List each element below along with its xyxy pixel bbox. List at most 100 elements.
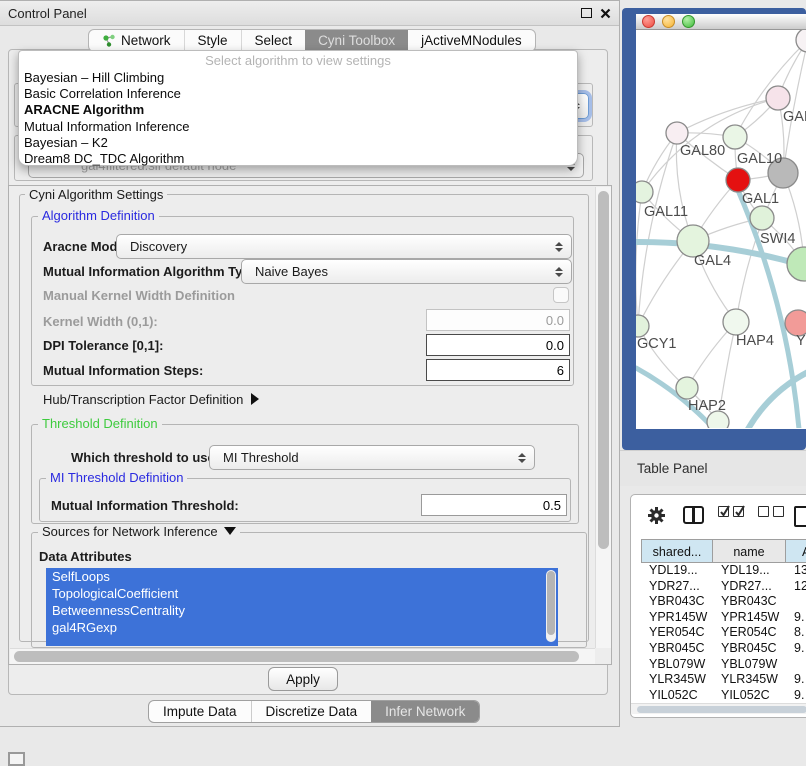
table-cell[interactable]: YBR043C — [713, 594, 786, 610]
table-cell[interactable]: YLR345W — [641, 672, 713, 688]
table-cell[interactable]: 8. — [786, 625, 806, 641]
table-cell[interactable]: YBR045C — [713, 641, 786, 657]
table-cell[interactable]: 9. — [786, 672, 806, 688]
mi-threshold-field[interactable]: 0.5 — [421, 494, 567, 516]
network-node-gal1[interactable] — [726, 168, 750, 192]
table-cell[interactable]: 9. — [786, 641, 806, 657]
table-row[interactable]: YBL079WYBL079W — [641, 657, 806, 673]
collapsed-panel-icon[interactable] — [8, 752, 25, 766]
table-row[interactable]: YBR043CYBR043C — [641, 594, 806, 610]
kernel-width-field[interactable]: 0.0 — [426, 309, 570, 331]
table-cell[interactable]: YBL079W — [713, 657, 786, 673]
float-window-icon[interactable] — [581, 8, 592, 18]
table-cell[interactable]: YDL19... — [641, 563, 713, 579]
network-node-hap4[interactable] — [723, 309, 749, 335]
algorithm-option[interactable]: Bayesian – Hill Climbing — [19, 70, 577, 86]
mi-algorithm-type-combobox[interactable]: Naive Bayes — [241, 259, 572, 284]
network-node-hap2[interactable] — [676, 377, 698, 399]
table-cell[interactable]: YBR043C — [641, 594, 713, 610]
algorithm-option[interactable]: Mutual Information Inference — [19, 119, 577, 135]
zoom-traffic-icon[interactable] — [682, 15, 695, 28]
data-attributes-list[interactable]: SelfLoopsTopologicalCoefficientBetweenne… — [46, 568, 558, 646]
column-header[interactable]: A — [786, 539, 806, 563]
tab-discretize-data[interactable]: Discretize Data — [251, 701, 372, 722]
which-threshold-combobox[interactable]: MI Threshold — [209, 445, 535, 470]
which-threshold-label: Which threshold to use: — [71, 450, 219, 465]
table-cell[interactable]: YPR145W — [713, 610, 786, 626]
expanded-arrow-icon[interactable] — [224, 527, 236, 535]
algorithm-option[interactable]: ARACNE Algorithm — [19, 102, 577, 118]
network-node-swi4[interactable] — [750, 206, 774, 230]
collapsed-arrow-icon[interactable] — [251, 393, 259, 405]
table-cell[interactable]: YDR27... — [713, 579, 786, 595]
minimize-traffic-icon[interactable] — [662, 15, 675, 28]
tab-select[interactable]: Select — [241, 30, 306, 51]
settings-vertical-scrollbar[interactable] — [595, 187, 611, 648]
tab-infer-network[interactable]: Infer Network — [371, 701, 479, 722]
table-cell[interactable]: YER054C — [641, 625, 713, 641]
table-cell[interactable]: YBR045C — [641, 641, 713, 657]
table-row[interactable]: YDR27...YDR27...12 — [641, 579, 806, 595]
algorithm-option[interactable]: Basic Correlation Inference — [19, 86, 577, 102]
table-cell[interactable]: YER054C — [713, 625, 786, 641]
column-header[interactable]: shared... — [641, 539, 713, 563]
tab-style[interactable]: Style — [184, 30, 241, 51]
table-cell[interactable]: YPR145W — [641, 610, 713, 626]
table-cell[interactable]: 9. — [786, 610, 806, 626]
attribute-item-selected[interactable]: TopologicalCoefficient — [46, 585, 558, 602]
network-node[interactable] — [796, 30, 806, 52]
algorithm-option[interactable]: Dream8 DC_TDC Algorithm — [19, 151, 577, 167]
table-horizontal-scrollbar[interactable] — [631, 703, 806, 714]
table-cell[interactable]: 12 — [786, 579, 806, 595]
manual-kernel-width-checkbox[interactable] — [553, 287, 569, 303]
close-icon[interactable] — [600, 8, 611, 19]
algorithm-option[interactable]: Bayesian – K2 — [19, 135, 577, 151]
network-node-gcy1[interactable] — [636, 315, 649, 337]
attributes-scrollbar[interactable] — [546, 570, 556, 642]
table-cell[interactable] — [786, 657, 806, 673]
split-panes-icon[interactable] — [683, 506, 704, 524]
table-cell[interactable]: YLR345W — [713, 672, 786, 688]
settings-horizontal-scrollbar[interactable] — [10, 648, 595, 664]
tab-jactivemnodules[interactable]: jActiveMNodules — [408, 30, 535, 51]
table-cell[interactable]: YIL052C — [641, 688, 713, 704]
network-canvas[interactable]: GALGAL80GAL10GAL1GAL11SWI4GAL4HAP4YGCY1H… — [636, 30, 806, 428]
tab-cyni-toolbox[interactable]: Cyni Toolbox — [305, 30, 408, 51]
table-row[interactable]: YIL052CYIL052C9. — [641, 688, 806, 704]
mi-steps-field[interactable]: 6 — [426, 359, 570, 381]
close-traffic-icon[interactable] — [642, 15, 655, 28]
gear-icon[interactable] — [647, 506, 666, 525]
table-row[interactable]: YLR345WYLR345W9. — [641, 672, 806, 688]
table-row[interactable]: YDL19...YDL19...13 — [641, 563, 806, 579]
table-cell[interactable]: YDL19... — [713, 563, 786, 579]
tab-impute-data[interactable]: Impute Data — [149, 701, 251, 722]
network-node-gal11[interactable] — [636, 181, 653, 203]
table-cell[interactable] — [786, 594, 806, 610]
table-cell[interactable]: 13 — [786, 563, 806, 579]
attribute-item-selected[interactable]: BetweennessCentrality — [46, 602, 558, 619]
document-icon[interactable] — [794, 506, 806, 527]
network-node[interactable] — [787, 247, 806, 281]
sources-title[interactable]: Sources for Network Inference — [38, 524, 240, 539]
network-node-gal10[interactable] — [723, 125, 747, 149]
attribute-item-selected[interactable]: SelfLoops — [46, 568, 558, 585]
dpi-tolerance-field[interactable]: 0.0 — [426, 334, 570, 356]
tab-network[interactable]: Network — [89, 30, 184, 51]
column-header[interactable]: name — [713, 539, 786, 563]
aracne-mode-combobox[interactable]: Discovery — [116, 234, 572, 259]
apply-button[interactable]: Apply — [268, 667, 338, 691]
checked-columns-icon[interactable] — [718, 506, 744, 517]
table-cell[interactable]: YDR27... — [641, 579, 713, 595]
network-node-gal[interactable] — [766, 86, 790, 110]
attribute-item-selected[interactable]: gal4RGexp — [46, 619, 558, 636]
table-cell[interactable]: 9. — [786, 688, 806, 704]
table-cell[interactable]: YIL052C — [713, 688, 786, 704]
table-row[interactable]: YER054CYER054C8. — [641, 625, 806, 641]
table-row[interactable]: YPR145WYPR145W9. — [641, 610, 806, 626]
hub-definition-toggle[interactable]: Hub/Transcription Factor Definition — [43, 392, 259, 407]
network-node-gal80[interactable] — [666, 122, 688, 144]
table-row[interactable]: YBR045CYBR045C9. — [641, 641, 806, 657]
network-view-window[interactable]: GALGAL80GAL10GAL1GAL11SWI4GAL4HAP4YGCY1H… — [622, 8, 806, 450]
table-cell[interactable]: YBL079W — [641, 657, 713, 673]
unchecked-columns-icon[interactable] — [758, 506, 784, 517]
